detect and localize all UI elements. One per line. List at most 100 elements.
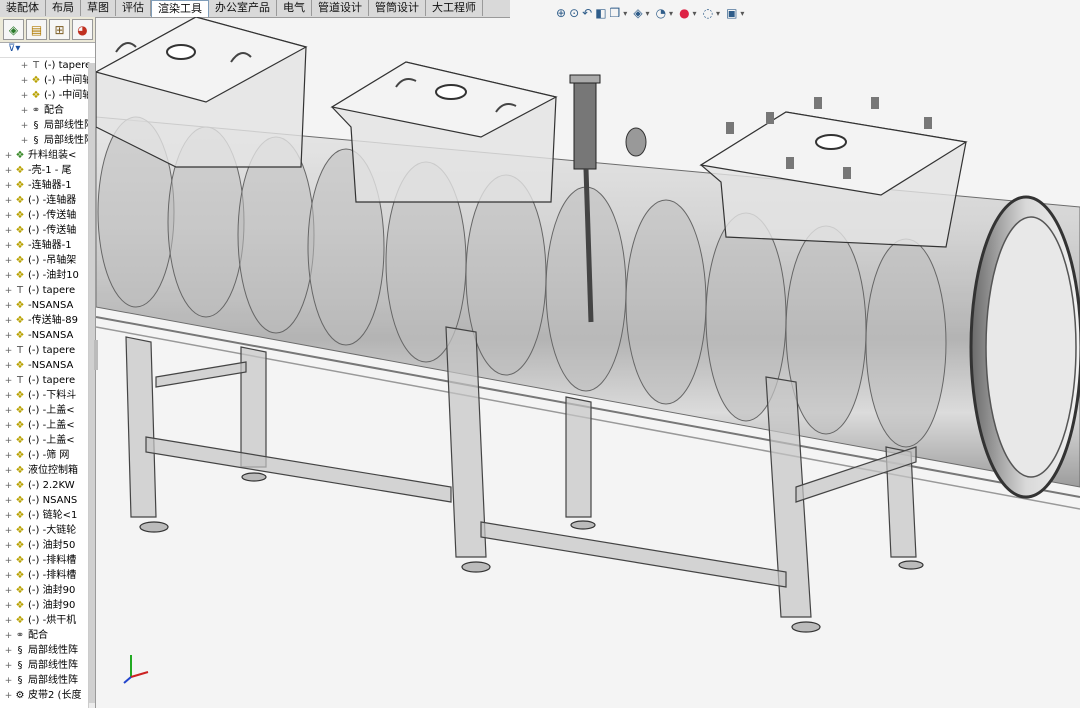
tree-item[interactable]: + ❖ (-) 链轮<1 — [0, 508, 95, 523]
expand-icon[interactable]: + — [4, 644, 13, 658]
tab-8[interactable]: 管筒设计 — [369, 0, 426, 16]
tree-item[interactable]: + ❖ (-) -传送轴 — [0, 208, 95, 223]
expand-icon[interactable]: + — [4, 539, 13, 553]
expand-icon[interactable]: + — [4, 464, 13, 478]
tree-item[interactable]: + ⚙ 皮带2 (长度 — [0, 688, 95, 703]
expand-icon[interactable]: + — [4, 404, 13, 418]
expand-icon[interactable]: + — [4, 554, 13, 568]
tree-scroll-thumb[interactable] — [89, 63, 95, 703]
tree-item[interactable]: + ❖ (-) -吊轴架 — [0, 253, 95, 268]
tree-item[interactable]: +§局部线性阵列 — [0, 118, 95, 133]
expand-icon[interactable]: + — [4, 524, 13, 538]
expand-icon[interactable]: + — [4, 194, 13, 208]
tree-item[interactable]: + ❖ (-) -筛 网 — [0, 448, 95, 463]
expand-icon[interactable]: + — [4, 674, 13, 688]
tree-item[interactable]: + ❖ (-) -中间轴 — [0, 88, 95, 103]
expand-icon[interactable]: + — [20, 104, 29, 118]
tree-item[interactable]: + ❖ -NSANSA — [0, 328, 95, 343]
expand-icon[interactable]: + — [4, 284, 13, 298]
tree-item[interactable]: + T (-) tapere — [0, 343, 95, 358]
tree-item[interactable]: + ❖ (-) -上盖< — [0, 403, 95, 418]
tree-item[interactable]: + ❖ -连轴器-1 — [0, 178, 95, 193]
feature-manager-tab[interactable]: ◈ — [3, 19, 24, 40]
expand-icon[interactable]: + — [4, 419, 13, 433]
expand-icon[interactable]: + — [4, 239, 13, 253]
display-manager-tab[interactable]: ◕ — [72, 19, 93, 40]
tree-item[interactable]: + ❖ (-) -中间轴 — [0, 73, 95, 88]
tree-item[interactable]: + ❖ -NSANSA — [0, 298, 95, 313]
tab-0[interactable]: 装配体 — [0, 0, 46, 16]
tree-item[interactable]: + ❖ (-) -排料槽 — [0, 568, 95, 583]
tree-item[interactable]: + ❖ (-) 油封90 — [0, 583, 95, 598]
tree-item[interactable]: + ❖ (-) -烘干机 — [0, 613, 95, 628]
expand-icon[interactable]: + — [4, 389, 13, 403]
tree-item[interactable]: + T (-) tapere — [0, 58, 95, 73]
tree-item[interactable]: + ❖ (-) NSANS — [0, 493, 95, 508]
expand-icon[interactable]: + — [20, 89, 29, 103]
expand-icon[interactable]: + — [4, 614, 13, 628]
tree-item[interactable]: + ❖ (-) -连轴器 — [0, 193, 95, 208]
tree-item[interactable]: + T (-) tapere — [0, 373, 95, 388]
tree-item[interactable]: + ❖ 液位控制箱 — [0, 463, 95, 478]
property-manager-tab[interactable]: ▤ — [26, 19, 47, 40]
expand-icon[interactable]: + — [4, 584, 13, 598]
tree-item[interactable]: + ❖ (-) -排料槽 — [0, 553, 95, 568]
tree-item[interactable]: + ⚭ 配合 — [0, 628, 95, 643]
tab-9[interactable]: 大工程师 — [426, 0, 483, 16]
tree-item[interactable]: + ❖ (-) 2.2KW — [0, 478, 95, 493]
expand-icon[interactable]: + — [20, 119, 29, 133]
expand-icon[interactable]: + — [4, 449, 13, 463]
configuration-manager-tab[interactable]: ⊞ — [49, 19, 70, 40]
tree-item[interactable]: + ❖ -传送轴-89 — [0, 313, 95, 328]
expand-icon[interactable]: + — [4, 269, 13, 283]
hopper-cover-2[interactable] — [330, 61, 558, 203]
graphics-viewport[interactable] — [96, 17, 1080, 708]
tree-item[interactable]: + ❖ (-) -上盖< — [0, 418, 95, 433]
tree-item[interactable]: + § 局部线性阵 — [0, 658, 95, 673]
expand-icon[interactable]: + — [4, 569, 13, 583]
expand-icon[interactable]: + — [4, 149, 13, 163]
tab-4[interactable]: 渲染工具 — [151, 0, 209, 17]
tab-7[interactable]: 管道设计 — [312, 0, 369, 16]
tree-item[interactable]: + ⚭ 配合 — [0, 103, 95, 118]
expand-icon[interactable]: + — [4, 479, 13, 493]
expand-icon[interactable]: + — [4, 344, 13, 358]
tree-item[interactable]: + ❖ (-) -上盖< — [0, 433, 95, 448]
tree-item[interactable]: + ❖ 升料组装< — [0, 148, 95, 163]
tab-2[interactable]: 草图 — [81, 0, 116, 16]
tab-3[interactable]: 评估 — [116, 0, 151, 16]
tube-end-flange[interactable] — [969, 195, 1080, 499]
tree-scrollbar[interactable] — [88, 63, 95, 708]
expand-icon[interactable]: + — [4, 494, 13, 508]
tree-item[interactable]: + ❖ (-) 油封50 — [0, 538, 95, 553]
tree-filter[interactable]: ⊽▾ — [0, 43, 95, 58]
expand-icon[interactable]: + — [4, 314, 13, 328]
tab-5[interactable]: 办公室产品 — [209, 0, 277, 16]
tree-item[interactable]: + ❖ -壳-1 - 尾 — [0, 163, 95, 178]
expand-icon[interactable]: + — [4, 299, 13, 313]
expand-icon[interactable]: + — [4, 359, 13, 373]
expand-icon[interactable]: + — [4, 179, 13, 193]
tree-item[interactable]: + T (-) tapere — [0, 283, 95, 298]
expand-icon[interactable]: + — [4, 164, 13, 178]
tree-item[interactable]: + ❖ -NSANSA — [0, 358, 95, 373]
expand-icon[interactable]: + — [4, 224, 13, 238]
tree-item[interactable]: + § 局部线性阵 — [0, 643, 95, 658]
expand-icon[interactable]: + — [4, 509, 13, 523]
tree-item[interactable]: + ❖ (-) -油封10 — [0, 268, 95, 283]
tree-item[interactable]: + ❖ -连轴器-1 — [0, 238, 95, 253]
expand-icon[interactable]: + — [4, 629, 13, 643]
expand-icon[interactable]: + — [20, 134, 29, 148]
hopper-cover-3[interactable] — [699, 97, 968, 248]
expand-icon[interactable]: + — [20, 74, 29, 88]
expand-icon[interactable]: + — [4, 374, 13, 388]
expand-icon[interactable]: + — [4, 599, 13, 613]
pressure-gauge[interactable] — [625, 127, 647, 157]
tree-item[interactable]: + ❖ (-) -传送轴 — [0, 223, 95, 238]
expand-icon[interactable]: + — [4, 254, 13, 268]
tree-item[interactable]: + ❖ (-) -下料斗 — [0, 388, 95, 403]
tree-item[interactable]: + ❖ (-) 油封90 — [0, 598, 95, 613]
expand-icon[interactable]: + — [4, 659, 13, 673]
expand-icon[interactable]: + — [4, 434, 13, 448]
expand-icon[interactable]: + — [4, 329, 13, 343]
